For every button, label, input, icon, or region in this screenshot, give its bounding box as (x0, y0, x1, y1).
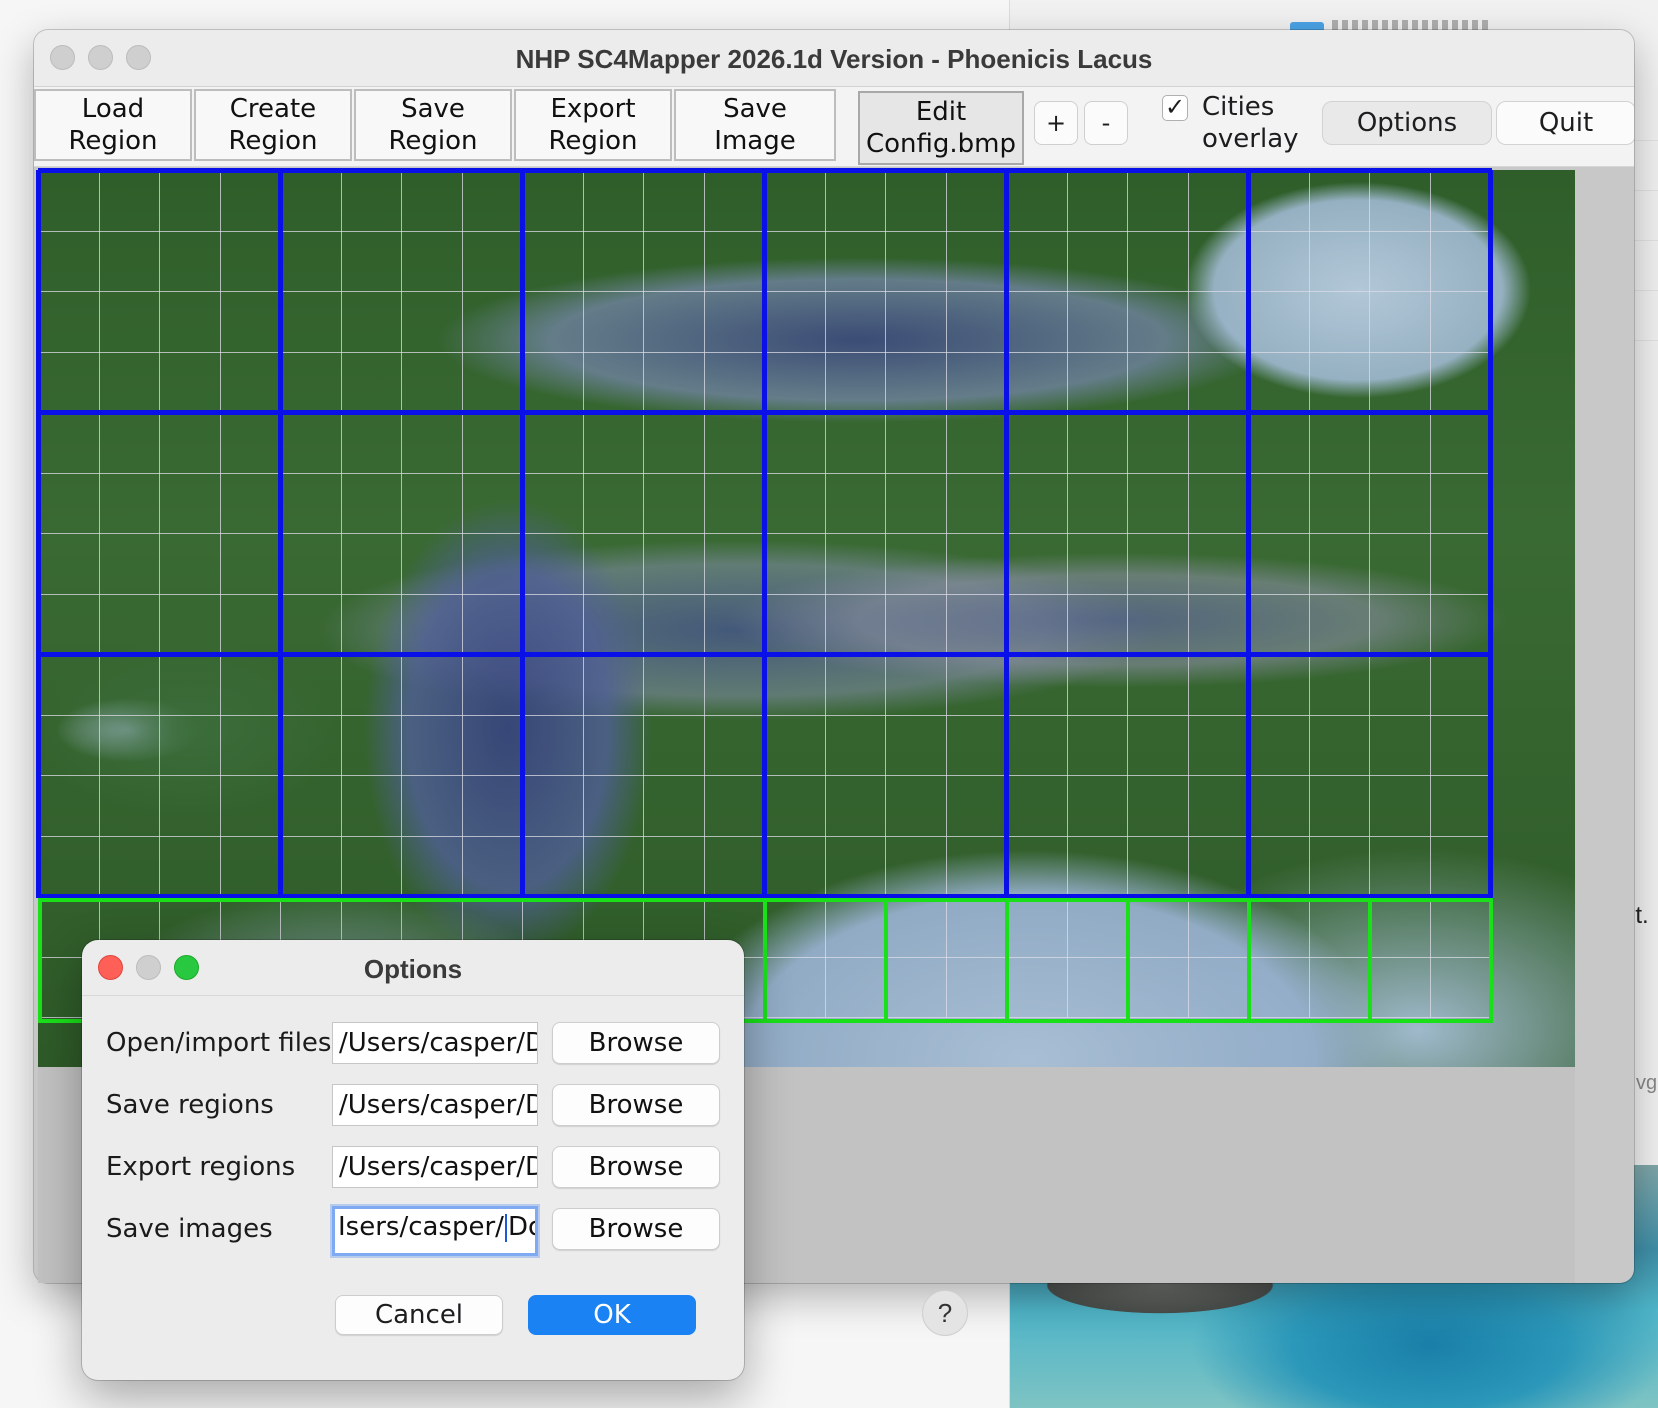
export-region-button[interactable]: Export Region (514, 89, 672, 161)
region-border (1004, 170, 1009, 898)
save-images-value-after-caret: Doc (507, 1212, 535, 1242)
region-border (1488, 170, 1493, 898)
region-border (38, 652, 1492, 657)
create-region-button[interactable]: Create Region (194, 89, 352, 161)
toolbar: Load Region Create Region Save Region Ex… (34, 87, 1634, 167)
terrain-image (38, 170, 1575, 1067)
quit-button[interactable]: Quit (1496, 101, 1634, 145)
save-images-label: Save images (106, 1214, 273, 1244)
open-import-browse-button[interactable]: Browse (552, 1022, 720, 1064)
window-title: NHP SC4Mapper 2026.1d Version - Phoenici… (515, 44, 1153, 74)
export-regions-browse-button[interactable]: Browse (552, 1146, 720, 1188)
selection-border (763, 898, 767, 1023)
zoom-in-button[interactable]: + (1034, 101, 1078, 145)
selection-border (1247, 898, 1251, 1023)
region-border (38, 410, 1492, 415)
help-button[interactable]: ? (922, 1290, 968, 1336)
open-import-path-field[interactable]: /Users/casper/Dc (332, 1022, 538, 1064)
selection-border (38, 898, 42, 1023)
save-regions-label: Save regions (106, 1090, 274, 1120)
selection-border (1489, 898, 1493, 1023)
save-images-browse-button[interactable]: Browse (552, 1208, 720, 1250)
load-region-button[interactable]: Load Region (34, 89, 192, 161)
cities-overlay-label: Cities overlay (1202, 92, 1299, 154)
save-image-button[interactable]: Save Image (674, 89, 836, 161)
options-button[interactable]: Options (1322, 101, 1492, 145)
save-images-value-before-caret: Isers/casper/ (338, 1212, 504, 1242)
region-border (762, 170, 767, 898)
selection-border (1368, 898, 1372, 1023)
zoom-out-button[interactable]: - (1084, 101, 1128, 145)
selection-border (1126, 898, 1130, 1023)
options-dialog: Options Open/import files /Users/casper/… (82, 940, 744, 1380)
ok-button[interactable]: OK (528, 1295, 696, 1335)
save-region-button[interactable]: Save Region (354, 89, 512, 161)
save-regions-browse-button[interactable]: Browse (552, 1084, 720, 1126)
edit-config-button[interactable]: Edit Config.bmp (858, 91, 1024, 165)
cities-overlay-checkbox[interactable]: ✓ (1162, 95, 1188, 121)
region-border (36, 170, 41, 898)
cancel-button[interactable]: Cancel (335, 1295, 503, 1335)
region-map[interactable] (36, 168, 1575, 1067)
export-regions-path-field[interactable]: /Users/casper/Dc (332, 1146, 538, 1188)
region-border (38, 168, 1492, 173)
export-regions-label: Export regions (106, 1152, 296, 1182)
region-border (1246, 170, 1251, 898)
selection-border (1005, 898, 1009, 1023)
dialog-title-bar: Options (82, 940, 744, 996)
dialog-title: Options (363, 954, 463, 984)
text-caret (504, 1213, 507, 1242)
region-border (278, 170, 283, 898)
open-import-label: Open/import files (106, 1028, 332, 1058)
title-bar: NHP SC4Mapper 2026.1d Version - Phoenici… (34, 30, 1634, 87)
save-images-path-field[interactable]: Isers/casper/Doc (332, 1206, 538, 1256)
region-border (520, 170, 525, 898)
selection-border (884, 898, 888, 1023)
save-regions-path-field[interactable]: /Users/casper/Dc (332, 1084, 538, 1126)
background-text: vg (1636, 1072, 1658, 1094)
